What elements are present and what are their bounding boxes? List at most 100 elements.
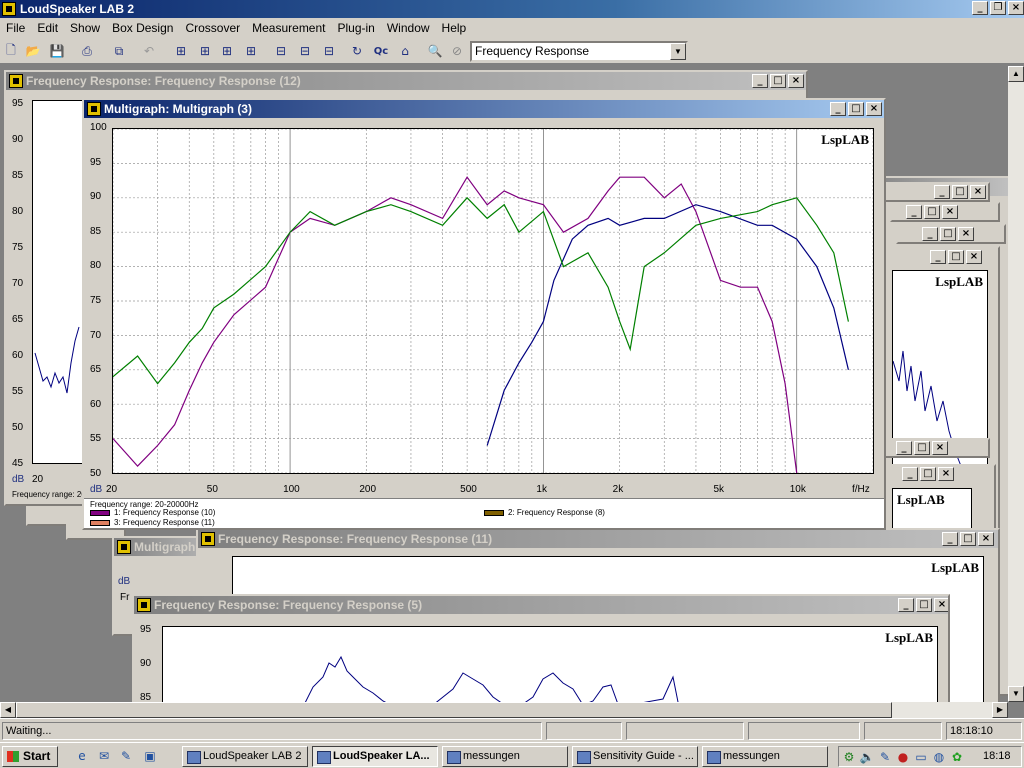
mouse-icon[interactable]: ◍: [931, 749, 947, 765]
close-button[interactable]: ×: [958, 227, 974, 241]
close-button[interactable]: ×: [942, 205, 958, 219]
minimize-button[interactable]: _: [898, 598, 914, 612]
minimize-button[interactable]: _: [752, 74, 768, 88]
close-button[interactable]: ×: [866, 102, 882, 116]
maximize-button[interactable]: □: [940, 227, 956, 241]
maximize-button[interactable]: □: [952, 185, 968, 199]
home-icon[interactable]: ⌂: [396, 42, 414, 60]
bg-window-c[interactable]: _ □ ×: [890, 202, 1000, 222]
chevron-down-icon[interactable]: ▼: [670, 43, 686, 60]
scroll-up-icon[interactable]: ▲: [1008, 66, 1024, 82]
vertical-scrollbar[interactable]: ▲ ▼: [1008, 66, 1024, 702]
task-messungen[interactable]: messungen: [442, 746, 568, 767]
view-select[interactable]: Frequency Response ▼: [470, 41, 688, 62]
maximize-button[interactable]: □: [770, 74, 786, 88]
print-icon[interactable]: ⎙: [78, 42, 96, 60]
close-button[interactable]: ×: [978, 532, 994, 546]
maximize-button[interactable]: □: [916, 598, 932, 612]
refresh-icon[interactable]: ↻: [348, 42, 366, 60]
undo-icon[interactable]: ↶: [140, 42, 158, 60]
tray-icon[interactable]: ✿: [949, 749, 965, 765]
tool-6-icon[interactable]: ⊟: [296, 42, 314, 60]
tool-2-icon[interactable]: ⊞: [196, 42, 214, 60]
menu-plugin[interactable]: Plug-in: [332, 21, 381, 35]
menu-help[interactable]: Help: [436, 21, 473, 35]
minimize-button[interactable]: _: [922, 227, 938, 241]
task-sensitivity-guide[interactable]: Sensitivity Guide - ...: [572, 746, 698, 767]
bg-window-d[interactable]: _ □ ×: [896, 224, 1006, 244]
stop-icon[interactable]: ⊘: [448, 42, 466, 60]
window-title[interactable]: Frequency Response: Frequency Response (…: [6, 72, 806, 90]
window-title[interactable]: Frequency Response: Frequency Response (…: [134, 596, 948, 614]
window-title[interactable]: Multigraph: Multigraph (3): [84, 100, 884, 118]
bg-window-b[interactable]: _ □ ×: [880, 182, 990, 202]
close-button[interactable]: ×: [788, 74, 804, 88]
maximize-button[interactable]: □: [924, 205, 940, 219]
maximize-button[interactable]: □: [948, 250, 964, 264]
minimize-button[interactable]: _: [934, 185, 950, 199]
scroll-thumb[interactable]: [16, 702, 892, 718]
task-loudspeaker-lab[interactable]: LoudSpeaker LAB 2: [182, 746, 308, 767]
status-pane: [864, 722, 942, 740]
menu-window[interactable]: Window: [381, 21, 436, 35]
lsplab-logo: LspLAB: [821, 132, 869, 147]
tray-icon[interactable]: ▭: [913, 749, 929, 765]
app-launch-icon[interactable]: ▣: [142, 748, 158, 764]
menu-measurement[interactable]: Measurement: [246, 21, 331, 35]
close-button[interactable]: ×: [966, 250, 982, 264]
menu-crossover[interactable]: Crossover: [179, 21, 246, 35]
maximize-button[interactable]: □: [920, 467, 936, 481]
tool-5-icon[interactable]: ⊟: [272, 42, 290, 60]
restore-button[interactable]: ❐: [990, 1, 1006, 15]
new-file-icon[interactable]: 🗋: [2, 42, 20, 60]
minimize-button[interactable]: _: [830, 102, 846, 116]
copy-icon[interactable]: ⧉: [110, 42, 128, 60]
save-icon[interactable]: 💾: [48, 42, 66, 60]
menu-file[interactable]: File: [0, 21, 31, 35]
minimize-button[interactable]: _: [972, 1, 988, 15]
close-button[interactable]: ×: [932, 441, 948, 455]
maximize-button[interactable]: □: [960, 532, 976, 546]
minimize-button[interactable]: _: [930, 250, 946, 264]
tool-3-icon[interactable]: ⊞: [218, 42, 236, 60]
start-button[interactable]: Start: [2, 746, 58, 767]
multigraph-chart: [113, 129, 873, 473]
maximize-button[interactable]: □: [848, 102, 864, 116]
zoom-icon[interactable]: 🔍: [426, 42, 444, 60]
minimize-button[interactable]: _: [902, 467, 918, 481]
scroll-right-icon[interactable]: ▶: [992, 702, 1008, 718]
scroll-down-icon[interactable]: ▼: [1008, 686, 1024, 702]
task-loudspeaker-lab-active[interactable]: LoudSpeaker LA...: [312, 746, 438, 767]
tool-1-icon[interactable]: ⊞: [172, 42, 190, 60]
open-folder-icon[interactable]: 📂: [24, 42, 42, 60]
app-title-bar[interactable]: LoudSpeaker LAB 2 _ ❐ ×: [0, 0, 1024, 18]
scroll-left-icon[interactable]: ◀: [0, 702, 16, 718]
maximize-button[interactable]: □: [914, 441, 930, 455]
ie-icon[interactable]: e: [74, 748, 90, 764]
menu-show[interactable]: Show: [64, 21, 106, 35]
close-button[interactable]: ×: [1008, 1, 1024, 15]
tool-4-icon[interactable]: ⊞: [242, 42, 260, 60]
tray-icon[interactable]: ⚙: [841, 749, 857, 765]
tray-icon[interactable]: ●: [895, 749, 911, 765]
outlook-icon[interactable]: ✉: [96, 748, 112, 764]
minimize-button[interactable]: _: [896, 441, 912, 455]
window-multigraph-3[interactable]: Multigraph: Multigraph (3) _ □ × 100 95 90 85…: [82, 98, 886, 530]
close-button[interactable]: ×: [934, 598, 948, 612]
window-title[interactable]: Frequency Response: Frequency Response (…: [198, 530, 998, 548]
close-button[interactable]: ×: [938, 467, 954, 481]
minimize-button[interactable]: _: [942, 532, 958, 546]
tray-icon[interactable]: ✎: [877, 749, 893, 765]
horizontal-scrollbar[interactable]: ◀ ▶: [0, 702, 1008, 718]
task-messungen-2[interactable]: messungen: [702, 746, 828, 767]
tool-icon[interactable]: ✎: [118, 748, 134, 764]
qc-icon[interactable]: Qc: [372, 42, 390, 60]
bg-window-f[interactable]: _ □ ×: [880, 438, 990, 458]
window-frequency-response-5[interactable]: Frequency Response: Frequency Response (…: [132, 594, 950, 702]
volume-icon[interactable]: 🔈: [859, 749, 875, 765]
menu-edit[interactable]: Edit: [31, 21, 64, 35]
menu-box-design[interactable]: Box Design: [106, 21, 179, 35]
minimize-button[interactable]: _: [906, 205, 922, 219]
close-button[interactable]: ×: [970, 185, 986, 199]
tool-7-icon[interactable]: ⊟: [320, 42, 338, 60]
